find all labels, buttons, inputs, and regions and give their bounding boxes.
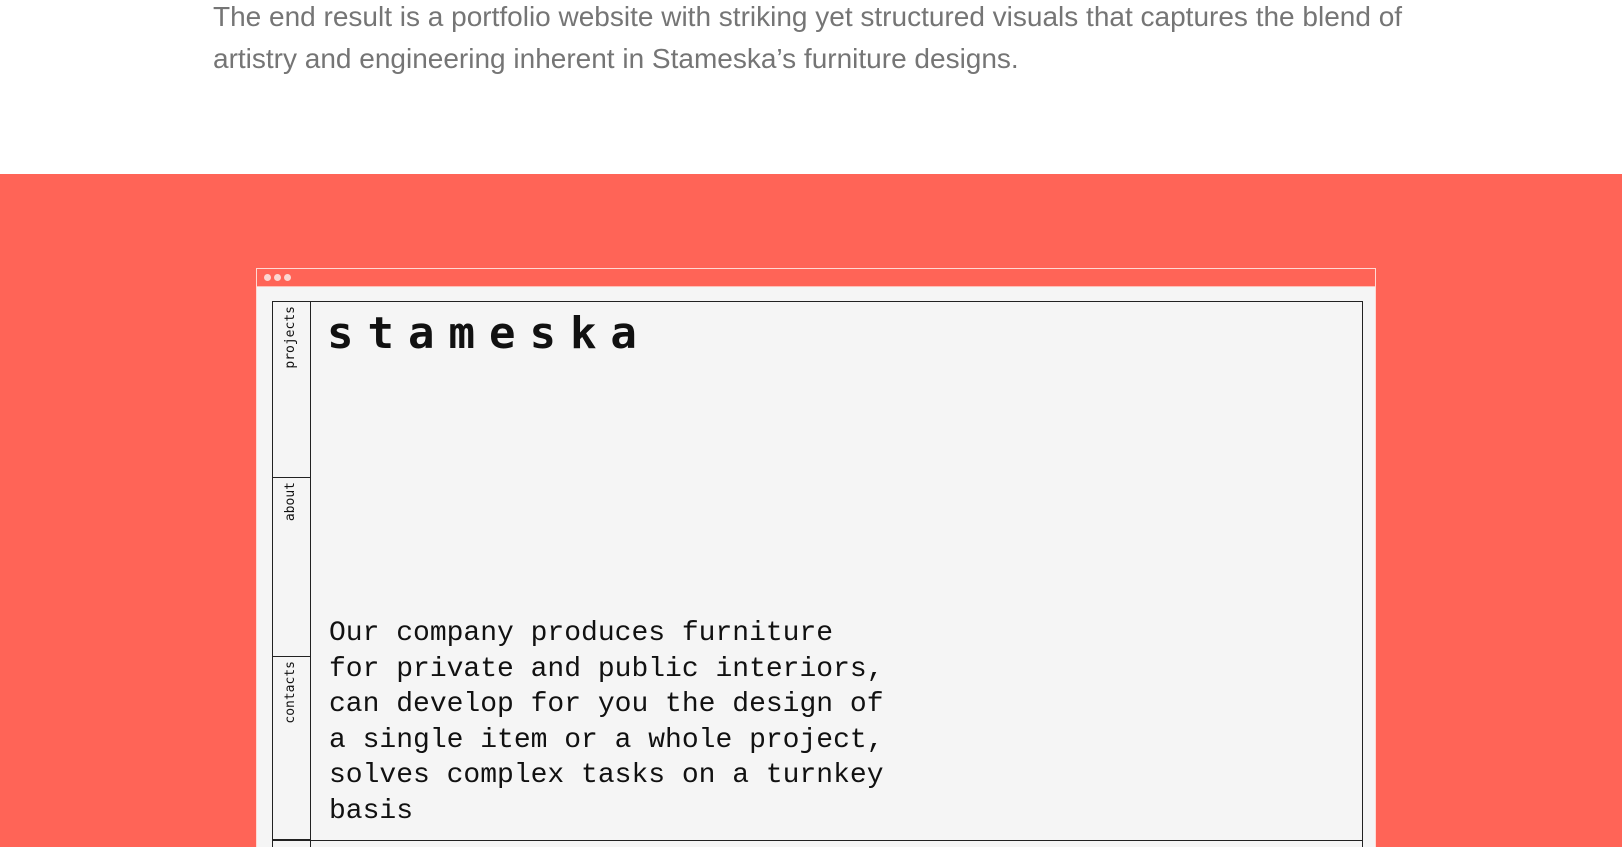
- side-nav: projects about contacts: [273, 302, 311, 847]
- browser-title-bar: [257, 269, 1375, 287]
- website-preview: projects about contacts stameska Our com…: [272, 301, 1363, 847]
- intro-paragraph: The end result is a portfolio website wi…: [213, 1, 1403, 74]
- browser-mockup: projects about contacts stameska Our com…: [256, 268, 1376, 847]
- divider: [273, 840, 1362, 841]
- nav-item-about[interactable]: about: [273, 478, 310, 657]
- nav-item-contacts[interactable]: contacts: [273, 657, 310, 840]
- nav-item-label: contacts: [283, 661, 298, 724]
- intro-section: The end result is a portfolio website wi…: [0, 0, 1622, 174]
- window-dot-icon: [284, 274, 291, 281]
- company-description: Our company produces furniture for priva…: [329, 618, 884, 827]
- nav-item-label: about: [283, 482, 298, 522]
- window-dot-icon: [274, 274, 281, 281]
- nav-item-label: projects: [283, 306, 298, 369]
- window-dot-icon: [264, 274, 271, 281]
- site-logo[interactable]: stameska: [327, 308, 651, 359]
- nav-item-projects[interactable]: projects: [273, 302, 310, 478]
- showcase-section: projects about contacts stameska Our com…: [0, 174, 1622, 847]
